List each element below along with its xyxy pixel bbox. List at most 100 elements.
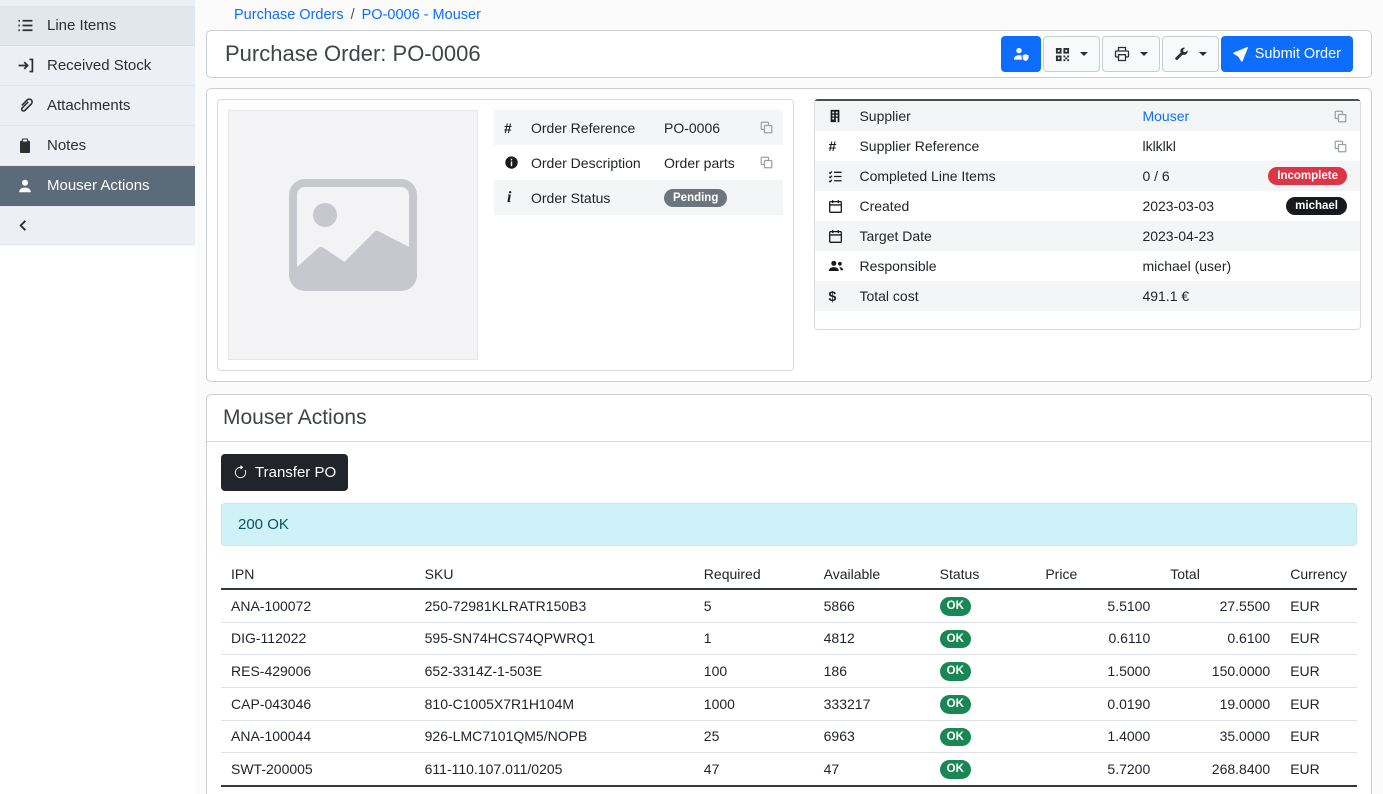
breadcrumb-link-current-order[interactable]: PO-0006 - Mouser	[362, 7, 481, 23]
sidebar-item-label: Notes	[47, 137, 86, 154]
info-icon: i	[504, 189, 531, 207]
total-cell: 268.8400	[1160, 753, 1280, 786]
available-cell: 47	[814, 753, 930, 786]
status-alert: 200 OK	[221, 503, 1357, 546]
price-cell: 1.5000	[1035, 655, 1160, 688]
list-check-icon	[828, 169, 859, 184]
field-value: PO-0006	[664, 120, 760, 136]
chevron-left-icon	[16, 218, 31, 233]
field-label: Total cost	[859, 288, 1142, 304]
col-header-available: Available	[814, 560, 930, 589]
status-cell: OK	[930, 720, 1036, 753]
order-status-row: i Order Status Pending	[494, 180, 783, 215]
footer-total-label: Total	[221, 786, 415, 794]
users-icon	[828, 258, 859, 274]
total-cost-row: $ Total cost 491.1 €	[815, 281, 1360, 311]
status-cell: OK	[930, 622, 1036, 655]
caret-down-icon	[1140, 52, 1148, 56]
col-header-price: Price	[1035, 560, 1160, 589]
copy-icon[interactable]	[760, 121, 773, 134]
main-content: Purchase Orders / PO-0006 - Mouser Purch…	[195, 0, 1383, 794]
building-icon	[828, 109, 859, 123]
ipn-cell: DIG-112022	[221, 622, 415, 655]
breadcrumb-link-purchase-orders[interactable]: Purchase Orders	[234, 7, 344, 23]
status-cell: OK	[930, 687, 1036, 720]
field-label: Created	[859, 198, 1142, 214]
field-value: 491.1 €	[1142, 288, 1347, 304]
table-row: ANA-100044 926-LMC7101QM5/NOPB 25 6963 O…	[221, 720, 1357, 753]
field-value: 2023-04-23	[1142, 228, 1347, 244]
panel-body: Transfer PO 200 OK IPN SKU Required Avai…	[207, 442, 1371, 794]
copy-icon[interactable]	[1334, 140, 1347, 153]
field-value: 0 / 6	[1142, 168, 1268, 184]
page-title: Purchase Order: PO-0006	[225, 41, 481, 67]
field-label: Responsible	[859, 258, 1142, 274]
sku-cell: 250-72981KLRATR150B3	[415, 589, 694, 622]
total-row: Total 501.0000	[221, 786, 1357, 794]
ok-badge: OK	[940, 597, 971, 616]
sidebar-menu: Line Items Received Stock Attachments No…	[0, 0, 195, 245]
field-value: michael (user)	[1142, 258, 1347, 274]
sku-cell: 652-3314Z-1-503E	[415, 655, 694, 688]
table-row: RES-429006 652-3314Z-1-503E 100 186 OK 1…	[221, 655, 1357, 688]
supplier-row: Supplier Mouser	[815, 101, 1360, 131]
sku-cell: 926-LMC7101QM5/NOPB	[415, 720, 694, 753]
user-icon	[16, 178, 34, 194]
table-header: IPN SKU Required Available Status Price …	[221, 560, 1357, 589]
field-value: 2023-03-03	[1142, 198, 1286, 214]
supplier-link[interactable]: Mouser	[1142, 108, 1189, 124]
panel-header: Mouser Actions	[207, 395, 1371, 442]
submit-order-button[interactable]: Submit Order	[1221, 36, 1353, 72]
sidebar-item-label: Line Items	[47, 17, 116, 34]
ok-badge: OK	[940, 728, 971, 747]
order-actions-dropdown[interactable]	[1162, 36, 1219, 72]
line-items-body: ANA-100072 250-72981KLRATR150B3 5 5866 O…	[221, 589, 1357, 786]
incomplete-badge: Incomplete	[1268, 167, 1347, 186]
sidebar-item-notes[interactable]: Notes	[0, 126, 195, 166]
col-header-sku: SKU	[415, 560, 694, 589]
completed-line-items-row: Completed Line Items 0 / 6 Incomplete	[815, 161, 1360, 191]
sku-cell: 810-C1005X7R1H104M	[415, 687, 694, 720]
calendar-icon	[828, 199, 859, 214]
clipboard-icon	[16, 138, 34, 154]
calendar-icon	[828, 229, 859, 244]
created-row: Created 2023-03-03 michael	[815, 191, 1360, 221]
price-cell: 0.0190	[1035, 687, 1160, 720]
footer-currency-spacer	[1280, 786, 1357, 794]
col-header-currency: Currency	[1280, 560, 1357, 589]
order-description-row: Order Description Order parts	[494, 145, 783, 180]
copy-icon[interactable]	[1334, 110, 1347, 123]
sidebar-item-attachments[interactable]: Attachments	[0, 86, 195, 126]
sidebar-item-mouser-actions[interactable]: Mouser Actions	[0, 166, 195, 206]
target-date-row: Target Date 2023-04-23	[815, 221, 1360, 251]
order-image-placeholder[interactable]	[228, 110, 478, 360]
status-cell: OK	[930, 753, 1036, 786]
price-cell: 1.4000	[1035, 720, 1160, 753]
order-info-table: # Order Reference PO-0006 Order Descript…	[494, 110, 783, 215]
ipn-cell: RES-429006	[221, 655, 415, 688]
ok-badge: OK	[940, 662, 971, 681]
transfer-po-label: Transfer PO	[255, 464, 336, 481]
sidebar-item-label: Attachments	[47, 97, 130, 114]
sidebar-item-line-items[interactable]: Line Items	[0, 6, 195, 46]
footer-total-value: 501.0000	[1160, 786, 1280, 794]
ipn-cell: ANA-100072	[221, 589, 415, 622]
sidebar-item-received-stock[interactable]: Received Stock	[0, 46, 195, 86]
available-cell: 186	[814, 655, 930, 688]
transfer-po-button[interactable]: Transfer PO	[221, 454, 348, 491]
order-summary-card: # Order Reference PO-0006 Order Descript…	[217, 99, 794, 371]
print-actions-dropdown[interactable]	[1102, 36, 1160, 72]
copy-icon[interactable]	[760, 156, 773, 169]
sidebar-collapse-button[interactable]	[0, 206, 195, 244]
field-value: Pending	[664, 188, 773, 208]
user-roles-button[interactable]	[1001, 36, 1041, 72]
field-value: Mouser	[1142, 108, 1334, 124]
mouser-actions-panel: Mouser Actions Transfer PO 200 OK	[206, 394, 1372, 794]
ipn-cell: ANA-100044	[221, 720, 415, 753]
available-cell: 333217	[814, 687, 930, 720]
field-value: lklklkl	[1142, 138, 1334, 154]
barcode-actions-dropdown[interactable]	[1043, 36, 1100, 72]
table-row: ANA-100072 250-72981KLRATR150B3 5 5866 O…	[221, 589, 1357, 622]
hash-icon: #	[504, 120, 531, 136]
price-cell: 0.6110	[1035, 622, 1160, 655]
